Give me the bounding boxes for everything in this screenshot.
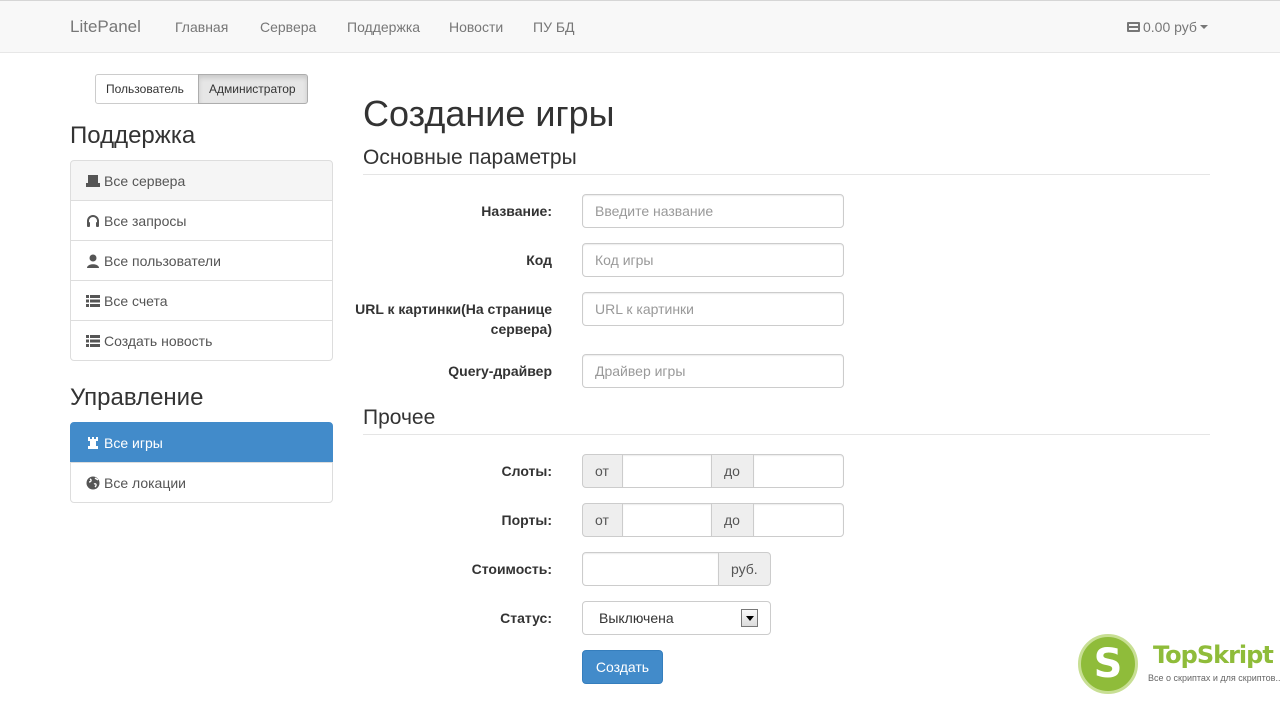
ports-to-addon: до	[711, 503, 754, 537]
sidebar-item-label: Все запросы	[104, 212, 187, 229]
sidebar-item-label: Все счета	[104, 292, 168, 309]
slots-label: Слоты:	[501, 463, 553, 479]
price-input[interactable]	[582, 552, 719, 586]
price-label: Стоимость:	[471, 561, 552, 577]
ports-from-input[interactable]	[622, 503, 712, 537]
user-icon	[86, 254, 100, 268]
sidebar-item-label: Все игры	[104, 434, 163, 451]
image-url-input[interactable]: URL к картинки	[582, 292, 844, 326]
management-heading: Управление	[70, 384, 204, 411]
sidebar-item-all-invoices[interactable]: Все счета	[70, 280, 333, 321]
admin-role-button[interactable]: Администратор	[198, 74, 308, 104]
section-other: Прочее	[363, 406, 1210, 435]
brand-link[interactable]: LitePanel	[70, 17, 141, 37]
ports-range-group: от до	[582, 503, 844, 537]
hdd-icon	[86, 174, 100, 188]
page-title: Создание игры	[363, 93, 615, 134]
currency-addon: руб.	[718, 552, 771, 586]
support-heading: Поддержка	[70, 122, 196, 149]
sidebar-item-label: Создать новость	[104, 332, 213, 349]
support-menu: Все сервера Все запросы Все пользователи…	[70, 160, 333, 361]
slots-range-group: от до	[582, 454, 844, 488]
ports-from-addon: от	[582, 503, 623, 537]
section-basic-params: Основные параметры	[363, 146, 1210, 175]
ports-label: Порты:	[501, 512, 552, 528]
sidebar-item-all-users[interactable]: Все пользователи	[70, 240, 333, 281]
balance-amount: 0.00 руб	[1143, 19, 1197, 35]
balance-dropdown[interactable]: 0.00 руб	[1127, 19, 1208, 35]
slots-from-addon: от	[582, 454, 623, 488]
game-code-input[interactable]: Код игры	[582, 243, 844, 277]
image-url-label: URL к картинки(На странице сервера)	[355, 301, 552, 337]
list-icon	[86, 294, 100, 308]
price-group: руб.	[582, 552, 771, 586]
nav-link-home[interactable]: Главная	[175, 19, 228, 35]
list-icon	[86, 334, 100, 348]
top-navbar: LitePanel Главная Сервера Поддержка Ново…	[0, 0, 1280, 53]
role-toggle: Пользователь Администратор	[95, 74, 308, 104]
ports-to-input[interactable]	[753, 503, 844, 537]
watermark-name: TopSkript	[1153, 641, 1274, 669]
credit-card-icon	[1127, 22, 1140, 32]
nav-link-support[interactable]: Поддержка	[347, 19, 420, 35]
name-label: Название:	[481, 203, 552, 219]
sidebar-item-create-news[interactable]: Создать новость	[70, 320, 333, 361]
sidebar-item-all-games[interactable]: Все игры	[70, 422, 333, 463]
globe-icon	[86, 476, 100, 490]
watermark-tagline: Все о скриптах и для скриптов...	[1148, 673, 1280, 683]
sidebar-item-all-requests[interactable]: Все запросы	[70, 200, 333, 241]
sidebar-item-label: Все локации	[104, 474, 187, 491]
tower-icon	[86, 436, 100, 450]
game-name-input[interactable]: Введите название	[582, 194, 844, 228]
query-driver-input[interactable]: Драйвер игры	[582, 354, 844, 388]
dropdown-arrow-icon	[741, 609, 758, 627]
status-select[interactable]: Выключена	[582, 601, 771, 635]
slots-to-input[interactable]	[753, 454, 844, 488]
nav-link-db-panel[interactable]: ПУ БД	[533, 19, 575, 35]
status-label: Статус:	[500, 610, 552, 626]
slots-from-input[interactable]	[622, 454, 712, 488]
sidebar-item-all-locations[interactable]: Все локации	[70, 462, 333, 503]
topskript-logo-icon: S	[1078, 634, 1138, 694]
query-driver-label: Query-драйвер	[448, 363, 552, 379]
management-menu: Все игры Все локации	[70, 422, 333, 503]
caret-down-icon	[1199, 25, 1208, 29]
sidebar-item-all-servers[interactable]: Все сервера	[70, 160, 333, 201]
headphones-icon	[86, 214, 100, 228]
nav-link-news[interactable]: Новости	[449, 19, 503, 35]
slots-to-addon: до	[711, 454, 754, 488]
status-selected-value: Выключена	[599, 610, 674, 626]
user-role-button[interactable]: Пользователь	[95, 74, 199, 104]
sidebar-item-label: Все пользователи	[104, 252, 221, 269]
nav-link-servers[interactable]: Сервера	[260, 19, 316, 35]
code-label: Код	[526, 252, 552, 268]
create-button[interactable]: Создать	[582, 650, 663, 684]
sidebar-item-label: Все сервера	[104, 172, 186, 189]
